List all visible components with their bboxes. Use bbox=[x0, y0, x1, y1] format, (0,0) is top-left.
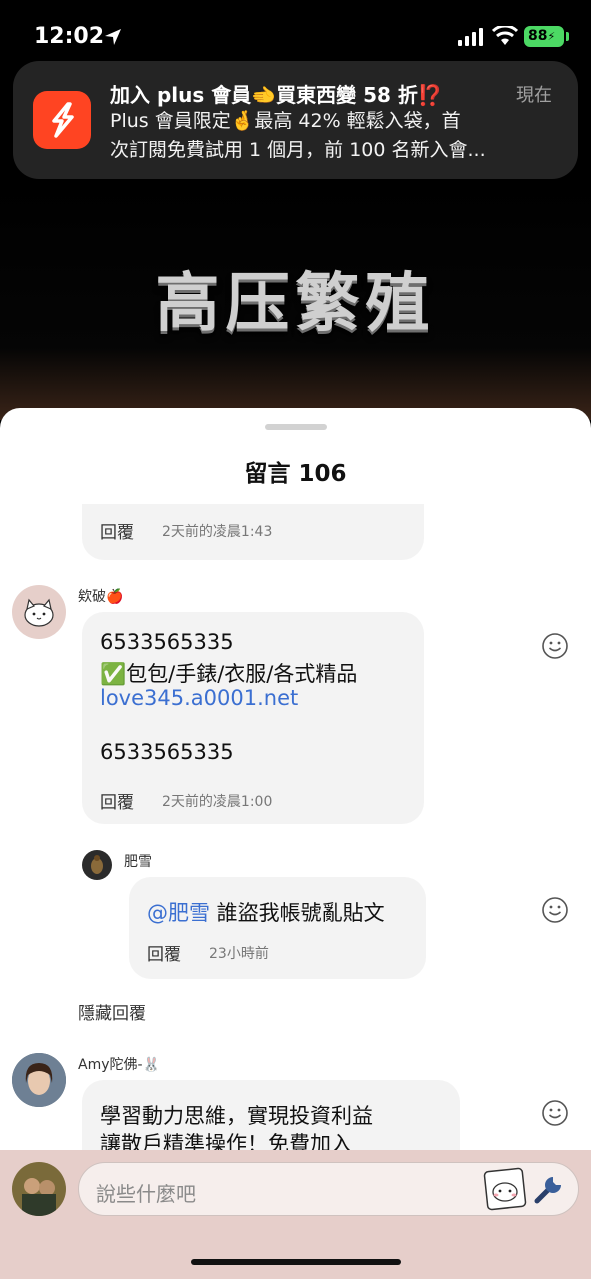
mention-link[interactable]: @肥雪 bbox=[147, 901, 210, 925]
comment-text-line: 學習動力思維，實現投資利益 bbox=[100, 1104, 373, 1128]
comments-sheet: 留言 106 回覆 2天前的凌晨1:43 欸破🍎 6533565335 ✅包包/… bbox=[0, 408, 591, 1279]
cat-avatar-icon bbox=[24, 598, 54, 627]
app-logo-icon bbox=[52, 102, 74, 138]
comment-bubble: 回覆 2天前的凌晨1:43 bbox=[82, 504, 424, 560]
wrench-icon[interactable] bbox=[531, 1171, 567, 1207]
comment-bubble: @肥雪 誰盜我帳號亂貼文 回覆 23小時前 bbox=[129, 877, 426, 979]
comment-link[interactable]: love345.a0001.net bbox=[100, 686, 298, 710]
reply-button[interactable]: 回覆 bbox=[100, 788, 134, 813]
battery-tip bbox=[566, 32, 569, 41]
user-photo-icon bbox=[12, 1162, 66, 1216]
comment-text-line: 6533565335 bbox=[100, 740, 234, 764]
shopee-app-icon bbox=[33, 91, 91, 149]
comment-text-line: ✅包包/手錶/衣服/各式精品 bbox=[100, 662, 358, 686]
comment-text-line: 6533565335 bbox=[100, 630, 234, 654]
avatar[interactable] bbox=[12, 1053, 66, 1107]
comment-timestamp: 2天前的凌晨1:00 bbox=[162, 794, 273, 810]
status-bar: 12:02 88⚡ bbox=[0, 0, 591, 70]
bug-avatar-icon bbox=[91, 855, 103, 874]
comment-username[interactable]: 肥雪 bbox=[124, 851, 152, 871]
push-notification[interactable]: 加入 plus 會員🫲買東西變 58 折⁉️ 現在 Plus 會員限定🤞最高 4… bbox=[13, 61, 578, 179]
comments-title: 留言 106 bbox=[244, 461, 347, 487]
reply-button[interactable]: 回覆 bbox=[100, 518, 134, 543]
video-overlay-title: 高压繁殖 bbox=[155, 267, 436, 341]
avatar[interactable] bbox=[12, 585, 66, 639]
user-photo-icon bbox=[12, 1053, 66, 1107]
notification-body: Plus 會員限定🤞最高 42% 輕鬆入袋，首 次訂閱免費試用 1 個月，前 1… bbox=[110, 107, 550, 165]
battery-indicator: 88⚡ bbox=[524, 26, 564, 47]
hide-replies-button[interactable]: 隱藏回覆 bbox=[78, 999, 146, 1024]
sheet-grabber[interactable] bbox=[265, 424, 327, 430]
emoji-react-icon[interactable] bbox=[541, 896, 569, 924]
notification-time: 現在 bbox=[516, 85, 552, 106]
battery-level: 88 bbox=[528, 28, 548, 44]
emoji-react-icon[interactable] bbox=[541, 632, 569, 660]
comment-composer: 說些什麼吧 bbox=[0, 1150, 591, 1279]
comment-input[interactable]: 說些什麼吧 bbox=[78, 1162, 579, 1216]
comment-username[interactable]: Amy陀佛-🐰 bbox=[78, 1054, 160, 1074]
notification-body-line: 次訂閱免費試用 1 個月，前 100 名新入會... bbox=[110, 139, 486, 161]
cellular-signal-icon bbox=[458, 28, 483, 46]
comment-text: 誰盜我帳號亂貼文 bbox=[210, 901, 385, 925]
home-indicator[interactable] bbox=[191, 1259, 401, 1265]
comment-bubble: 6533565335 ✅包包/手錶/衣服/各式精品 love345.a0001.… bbox=[82, 612, 424, 824]
comment-timestamp: 2天前的凌晨1:43 bbox=[162, 524, 273, 540]
notification-title: 加入 plus 會員🫲買東西變 58 折⁉️ bbox=[110, 83, 443, 107]
notification-body-line: Plus 會員限定🤞最高 42% 輕鬆入袋，首 bbox=[110, 110, 461, 132]
charging-bolt-icon: ⚡ bbox=[547, 30, 556, 43]
comment-timestamp: 23小時前 bbox=[209, 946, 269, 962]
avatar[interactable] bbox=[82, 850, 112, 880]
reply-button[interactable]: 回覆 bbox=[147, 940, 181, 965]
comment-text-line: @肥雪 誰盜我帳號亂貼文 bbox=[147, 897, 385, 927]
status-time: 12:02 bbox=[34, 24, 105, 49]
my-avatar[interactable] bbox=[12, 1162, 66, 1216]
comment-input-placeholder: 說些什麼吧 bbox=[96, 1182, 196, 1206]
emoji-react-icon[interactable] bbox=[541, 1099, 569, 1127]
video-player[interactable]: 高压繁殖 bbox=[0, 180, 591, 420]
wifi-icon bbox=[492, 26, 518, 45]
location-arrow-icon bbox=[105, 29, 121, 45]
sticker-icon[interactable] bbox=[483, 1167, 527, 1211]
comment-username[interactable]: 欸破🍎 bbox=[78, 586, 123, 606]
